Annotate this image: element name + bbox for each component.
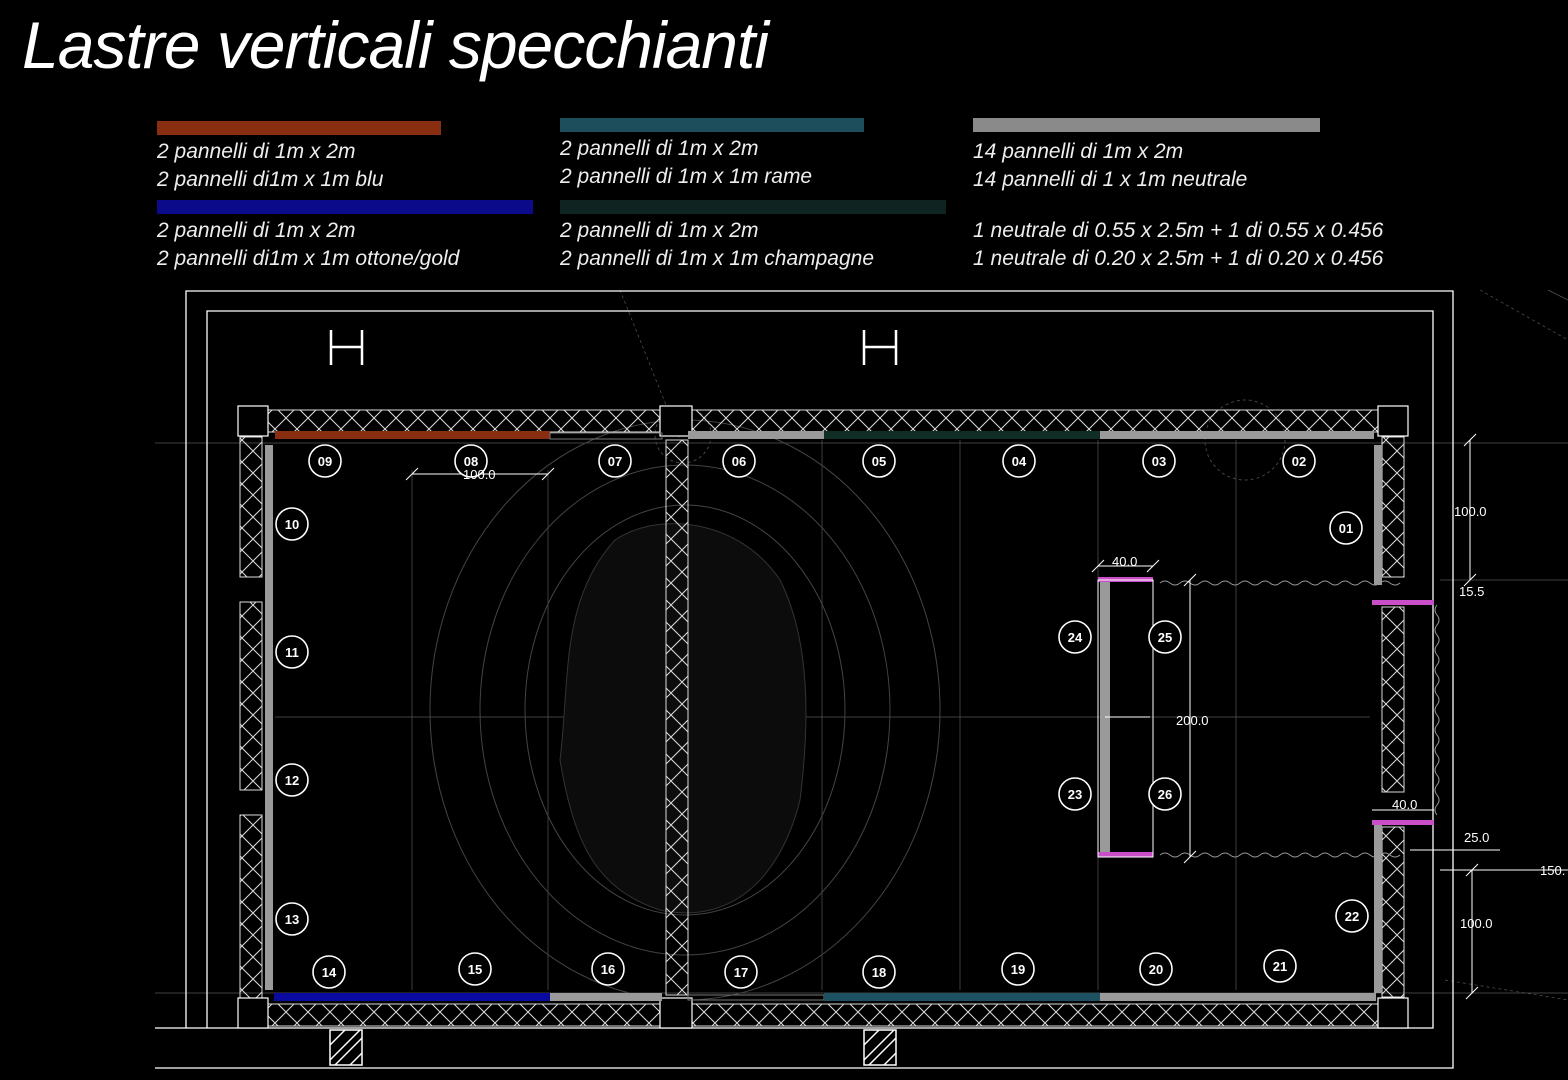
dim-label: 200.0 [1176,713,1209,728]
panel-number-13: 13 [285,912,299,927]
panel-magenta [1098,852,1153,857]
guide-lines [155,289,1568,1001]
dim-label: 40.0 [1392,797,1417,812]
panel-blue [274,993,550,1001]
panel-grey [1374,445,1382,585]
panel-number-03: 03 [1152,454,1166,469]
panel-magenta [1372,600,1434,605]
dim-label: 100.0 [1454,504,1487,519]
panel-number-25: 25 [1158,630,1172,645]
panel-number-01: 01 [1339,521,1353,536]
dim-label: 100.0 [463,467,496,482]
panel-number-09: 09 [318,454,332,469]
panel-magenta [1372,820,1434,825]
panel-number-11: 11 [285,645,299,660]
panel-number-26: 26 [1158,787,1172,802]
panel-number-19: 19 [1011,962,1025,977]
dim-label: 100.0 [1460,916,1493,931]
panel-number-04: 04 [1012,454,1027,469]
dim-label: 150. [1540,863,1565,878]
panel-number-05: 05 [872,454,886,469]
circles [429,399,1286,1001]
panel-grey [1100,431,1374,439]
panel-copper [275,431,550,439]
panel-number-24: 24 [1068,630,1083,645]
panel-grey [1100,993,1376,1001]
h-marker-icon [329,330,898,365]
panel-number-12: 12 [285,773,299,788]
panel-number-18: 18 [872,965,886,980]
panel-number-23: 23 [1068,787,1082,802]
panel-number-02: 02 [1292,454,1306,469]
mirror-panels [265,431,1434,1001]
dim-label: 25.0 [1464,830,1489,845]
panel-number-07: 07 [608,454,622,469]
dim-label: 15.5 [1459,584,1484,599]
panel-number-22: 22 [1345,909,1359,924]
panel-number-20: 20 [1149,962,1163,977]
panel-grey [688,431,824,439]
panel-number-17: 17 [734,965,748,980]
panel-grey [265,445,273,990]
panel-number-15: 15 [468,962,482,977]
panel-grey [1374,825,1382,993]
floor-plan: 0102030405060708091011121314 15 16 17 18 19 20… [155,289,1568,1069]
panel-number-06: 06 [732,454,746,469]
dim-label: 40.0 [1112,554,1137,569]
panel-dark-green [824,431,1100,439]
panel-number-10: 10 [285,517,299,532]
panel-number-21: 21 [1273,959,1287,974]
panel-teal [824,993,1100,1001]
panel-grey [1100,582,1110,855]
panel-number-16: 16 [601,962,615,977]
panel-grey [550,993,662,1001]
panel-number-14: 14 [322,965,337,980]
truss-frame [239,409,1409,1027]
hatched-box-icon [329,1029,897,1066]
